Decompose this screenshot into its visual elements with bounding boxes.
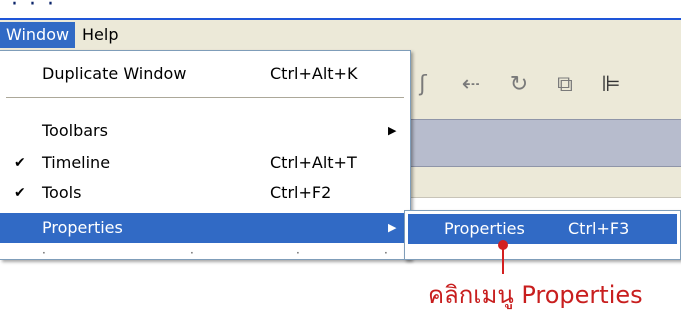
menu-item-shortcut: Ctrl+Alt+T bbox=[270, 153, 357, 172]
submenu-arrow-icon: ▶ bbox=[388, 221, 397, 234]
menu-help[interactable]: Help bbox=[76, 22, 124, 48]
submenu-arrow-icon: ▶ bbox=[388, 124, 397, 137]
menu-item-toolbars[interactable]: Toolbars ▶ bbox=[0, 116, 410, 146]
subselect-icon[interactable]: ⇠ bbox=[458, 72, 484, 98]
menu-item-timeline[interactable]: ✔ Timeline Ctrl+Alt+T bbox=[0, 148, 410, 178]
menu-item-shortcut: Ctrl+F2 bbox=[270, 183, 332, 202]
menu-item-duplicate-window[interactable]: Duplicate Window Ctrl+Alt+K bbox=[0, 59, 410, 89]
annotation-pointer-dot bbox=[498, 240, 508, 250]
window-menu-dropdown: Duplicate Window Ctrl+Alt+K Toolbars ▶ ✔… bbox=[0, 50, 411, 260]
properties-submenu: Properties Ctrl+F3 bbox=[404, 210, 681, 260]
menu-separator bbox=[6, 97, 404, 98]
menu-window[interactable]: Window bbox=[0, 22, 76, 48]
cropped-title-text: ู้ · · · bbox=[0, 0, 56, 17]
menu-item-label: Timeline bbox=[42, 153, 111, 172]
menubar: Window Help bbox=[0, 20, 681, 51]
align-icon[interactable]: ⊫ bbox=[598, 72, 624, 98]
menu-item-label: Toolbars bbox=[42, 121, 108, 140]
scale-icon[interactable]: ⧉ bbox=[552, 72, 578, 98]
menu-item-label: Properties bbox=[42, 218, 123, 237]
submenu-item-properties[interactable]: Properties Ctrl+F3 bbox=[408, 214, 677, 244]
title-strip: ู้ · · · bbox=[0, 0, 681, 20]
menu-item-tools[interactable]: ✔ Tools Ctrl+F2 bbox=[0, 178, 410, 208]
submenu-item-shortcut: Ctrl+F3 bbox=[568, 219, 630, 238]
cropped-menu-row: · · · · bbox=[42, 246, 388, 260]
check-icon: ✔ bbox=[14, 155, 26, 171]
menu-item-label: Tools bbox=[42, 183, 82, 202]
rotate-icon[interactable]: ↻ bbox=[506, 72, 532, 98]
check-icon: ✔ bbox=[14, 185, 26, 201]
submenu-item-label: Properties bbox=[444, 219, 525, 238]
menu-item-properties[interactable]: Properties ▶ bbox=[0, 213, 410, 243]
menu-item-shortcut: Ctrl+Alt+K bbox=[270, 64, 358, 83]
annotation-caption: คลิกเมนู Properties bbox=[428, 281, 643, 309]
pen-tool-icon[interactable]: ʃ bbox=[410, 72, 436, 98]
menu-item-label: Duplicate Window bbox=[42, 64, 187, 83]
